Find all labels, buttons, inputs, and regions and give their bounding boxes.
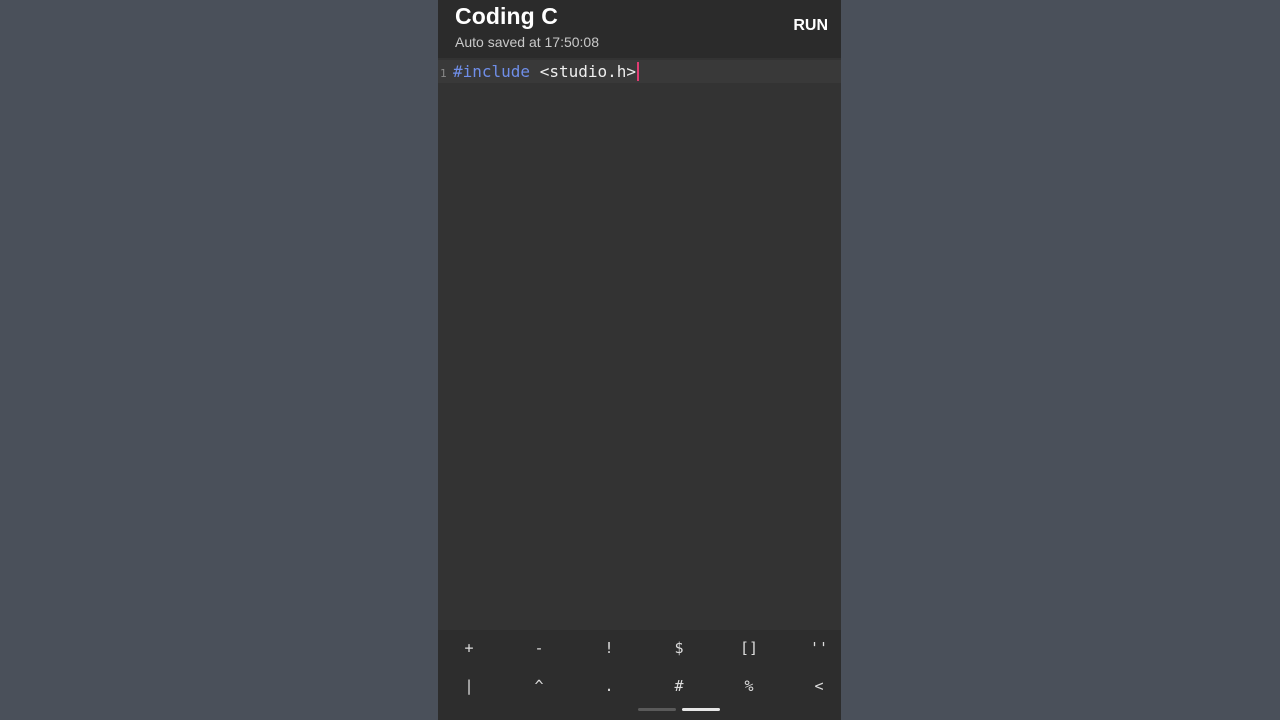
key-quotes[interactable]: '' <box>794 630 841 666</box>
gesture-bar-handle[interactable] <box>682 708 720 711</box>
app-bar: Coding C Auto saved at 17:50:08 RUN <box>438 0 841 58</box>
key-brackets[interactable]: [] <box>724 630 774 666</box>
key-period[interactable]: . <box>584 668 634 704</box>
gesture-bar-left <box>638 708 676 711</box>
key-minus[interactable]: - <box>514 630 564 666</box>
key-exclamation[interactable]: ! <box>584 630 634 666</box>
code-editor[interactable]: 1 #include <studio.h> <box>438 58 841 630</box>
code-text[interactable]: #include <studio.h> <box>453 62 640 82</box>
code-content: <studio.h> <box>530 62 637 81</box>
line-number: 1 <box>440 67 447 80</box>
key-caret[interactable]: ^ <box>514 668 564 704</box>
code-line[interactable]: 1 #include <studio.h> <box>438 60 841 83</box>
code-keyword: #include <box>453 62 531 81</box>
key-plus[interactable]: + <box>444 630 494 666</box>
text-cursor <box>637 62 640 81</box>
key-dollar[interactable]: $ <box>654 630 704 666</box>
symbol-row-2: | ^ . # % < <box>438 668 841 704</box>
symbol-keyboard: + - ! $ [] '' | ^ . # % < <box>438 630 841 720</box>
page-title: Coding C <box>455 3 558 29</box>
phone-screen: Coding C Auto saved at 17:50:08 RUN 1 #i… <box>438 0 841 720</box>
symbol-row-1: + - ! $ [] '' <box>438 630 841 666</box>
key-hash[interactable]: # <box>654 668 704 704</box>
run-button[interactable]: RUN <box>793 15 828 37</box>
autosave-status: Auto saved at 17:50:08 <box>455 34 599 50</box>
key-less-than[interactable]: < <box>794 668 841 704</box>
key-pipe[interactable]: | <box>444 668 494 704</box>
key-percent[interactable]: % <box>724 668 774 704</box>
